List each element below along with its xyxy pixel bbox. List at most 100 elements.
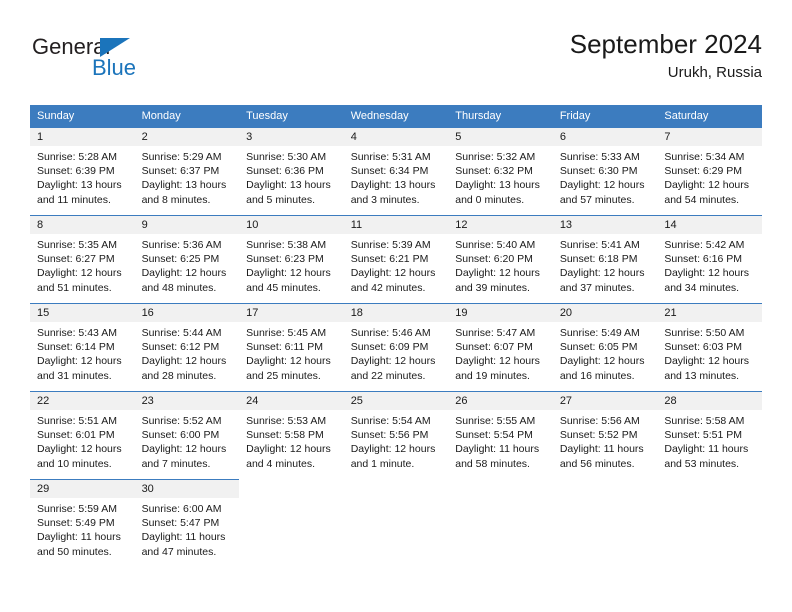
- page-title: September 2024: [569, 29, 762, 59]
- daylight-text-line1: Daylight: 11 hours: [141, 531, 226, 544]
- day-cell[interactable]: 5 Sunrise: 5:32 AM Sunset: 6:32 PM Daylight…: [448, 127, 553, 215]
- day-cell[interactable]: 21 Sunrise: 5:50 AM Sunset: 6:03 PM Dayligh…: [657, 303, 762, 391]
- day-cell[interactable]: 15 Sunrise: 5:43 AM Sunset: 6:14 PM Dayligh…: [30, 303, 135, 391]
- sunset-text: Sunset: 5:58 PM: [246, 429, 324, 442]
- day-cell[interactable]: 17 Sunrise: 5:45 AM Sunset: 6:11 PM Dayligh…: [239, 303, 344, 391]
- day-info: Sunrise: 5:38 AM Sunset: 6:23 PM Daylight:…: [239, 234, 344, 295]
- daylight-text-line1: Daylight: 12 hours: [664, 179, 750, 192]
- day-cell[interactable]: 8 Sunrise: 5:35 AM Sunset: 6:27 PM Daylight…: [30, 215, 135, 303]
- sunset-text: Sunset: 6:29 PM: [664, 165, 743, 178]
- day-cell[interactable]: 28 Sunrise: 5:58 AM Sunset: 5:51 PM Dayligh…: [657, 391, 762, 479]
- day-cell[interactable]: 26 Sunrise: 5:55 AM Sunset: 5:54 PM Dayligh…: [448, 391, 553, 479]
- week-row: 15 Sunrise: 5:43 AM Sunset: 6:14 PM Dayligh…: [30, 303, 762, 391]
- day-info: Sunrise: 5:41 AM Sunset: 6:18 PM Daylight:…: [553, 234, 658, 295]
- daylight-text-line1: Daylight: 12 hours: [350, 355, 436, 368]
- daylight-text-line1: Daylight: 13 hours: [141, 179, 227, 192]
- day-info: Sunrise: 5:51 AM Sunset: 6:01 PM Daylight:…: [30, 410, 135, 471]
- day-number: 1: [30, 127, 135, 146]
- day-info: Sunrise: 5:35 AM Sunset: 6:27 PM Daylight:…: [30, 234, 135, 295]
- sunrise-text: Sunrise: 5:41 AM: [559, 239, 640, 251]
- day-number: 30: [134, 479, 240, 498]
- day-number: [657, 479, 762, 498]
- day-cell[interactable]: 3 Sunrise: 5:30 AM Sunset: 6:36 PM Daylight…: [239, 127, 344, 215]
- day-number: 20: [552, 303, 658, 322]
- day-cell[interactable]: 1 Sunrise: 5:28 AM Sunset: 6:39 PM Daylight…: [30, 127, 135, 215]
- day-cell[interactable]: 11 Sunrise: 5:39 AM Sunset: 6:21 PM Dayligh…: [343, 215, 449, 303]
- week-row: 1 Sunrise: 5:28 AM Sunset: 6:39 PM Daylight…: [30, 127, 762, 215]
- day-cell[interactable]: 23 Sunrise: 5:52 AM Sunset: 6:00 PM Dayligh…: [134, 391, 240, 479]
- daylight-text-line2: and 57 minutes.: [559, 193, 635, 206]
- day-info: Sunrise: 5:29 AM Sunset: 6:37 PM Daylight:…: [135, 146, 240, 207]
- day-cell[interactable]: 20 Sunrise: 5:49 AM Sunset: 6:05 PM Dayligh…: [552, 303, 658, 391]
- sunset-text: Sunset: 6:34 PM: [350, 165, 429, 178]
- day-number: 9: [134, 215, 240, 234]
- daylight-text-line2: and 25 minutes.: [246, 369, 321, 382]
- day-info: Sunrise: 5:59 AM Sunset: 5:49 PM Daylight:…: [30, 498, 135, 559]
- day-cell-empty: [239, 479, 344, 567]
- sunrise-text: Sunrise: 5:35 AM: [37, 239, 117, 251]
- day-cell[interactable]: 9 Sunrise: 5:36 AM Sunset: 6:25 PM Daylight…: [134, 215, 240, 303]
- day-cell[interactable]: 10 Sunrise: 5:38 AM Sunset: 6:23 PM Dayligh…: [239, 215, 344, 303]
- day-number: 3: [239, 127, 344, 146]
- day-cell[interactable]: 29 Sunrise: 5:59 AM Sunset: 5:49 PM Dayligh…: [30, 479, 135, 567]
- day-info: Sunrise: 5:54 AM Sunset: 5:56 PM Daylight:…: [344, 410, 449, 471]
- sunrise-text: Sunrise: 5:44 AM: [141, 327, 222, 339]
- day-cell[interactable]: 7 Sunrise: 5:34 AM Sunset: 6:29 PM Daylight…: [657, 127, 762, 215]
- day-info: Sunrise: 5:34 AM Sunset: 6:29 PM Daylight:…: [657, 146, 762, 207]
- weekday-header-row: Sunday Monday Tuesday Wednesday Thursday…: [30, 105, 762, 127]
- daylight-text-line2: and 56 minutes.: [559, 457, 635, 470]
- page-subtitle-location: Urukh, Russia: [667, 64, 762, 81]
- day-number: [239, 479, 344, 498]
- sunrise-text: Sunrise: 5:45 AM: [246, 327, 327, 339]
- day-number: 8: [30, 215, 135, 234]
- daylight-text-line2: and 10 minutes.: [37, 457, 112, 470]
- sunrise-text: Sunrise: 5:49 AM: [559, 327, 640, 339]
- calendar-page: General Blue September 2024 Urukh, Russi…: [0, 0, 792, 612]
- day-cell[interactable]: 2 Sunrise: 5:29 AM Sunset: 6:37 PM Daylight…: [134, 127, 240, 215]
- day-info: Sunrise: 5:53 AM Sunset: 5:58 PM Daylight:…: [239, 410, 344, 471]
- day-info: Sunrise: 5:49 AM Sunset: 6:05 PM Daylight:…: [553, 322, 658, 383]
- sunset-text: Sunset: 5:47 PM: [141, 517, 220, 530]
- sunset-text: Sunset: 6:05 PM: [559, 341, 638, 354]
- sunrise-text: Sunrise: 5:53 AM: [246, 415, 327, 427]
- general-blue-logo[interactable]: General Blue: [32, 34, 192, 86]
- day-cell[interactable]: 13 Sunrise: 5:41 AM Sunset: 6:18 PM Dayligh…: [552, 215, 658, 303]
- day-cell[interactable]: 12 Sunrise: 5:40 AM Sunset: 6:20 PM Dayligh…: [448, 215, 553, 303]
- sunset-text: Sunset: 6:16 PM: [664, 253, 743, 266]
- daylight-text-line2: and 28 minutes.: [141, 369, 217, 382]
- daylight-text-line2: and 13 minutes.: [664, 369, 740, 382]
- day-cell[interactable]: 6 Sunrise: 5:33 AM Sunset: 6:30 PM Daylight…: [552, 127, 658, 215]
- day-cell[interactable]: 25 Sunrise: 5:54 AM Sunset: 5:56 PM Dayligh…: [343, 391, 449, 479]
- day-cell[interactable]: 24 Sunrise: 5:53 AM Sunset: 5:58 PM Dayligh…: [239, 391, 344, 479]
- day-info: Sunrise: 5:55 AM Sunset: 5:54 PM Daylight:…: [448, 410, 553, 471]
- daylight-text-line1: Daylight: 12 hours: [246, 267, 331, 280]
- daylight-text-line1: Daylight: 12 hours: [559, 355, 645, 368]
- day-cell[interactable]: 22 Sunrise: 5:51 AM Sunset: 6:01 PM Dayligh…: [30, 391, 135, 479]
- day-cell[interactable]: 19 Sunrise: 5:47 AM Sunset: 6:07 PM Dayligh…: [448, 303, 553, 391]
- daylight-text-line2: and 4 minutes.: [246, 457, 316, 470]
- sunrise-text: Sunrise: 5:47 AM: [455, 327, 536, 339]
- sunrise-text: Sunrise: 5:58 AM: [664, 415, 745, 427]
- sunrise-text: Sunrise: 5:36 AM: [141, 239, 222, 251]
- day-info: Sunrise: 5:30 AM Sunset: 6:36 PM Daylight:…: [239, 146, 344, 207]
- day-number: 17: [239, 303, 344, 322]
- sunrise-text: Sunrise: 5:46 AM: [350, 327, 431, 339]
- day-cell[interactable]: 4 Sunrise: 5:31 AM Sunset: 6:34 PM Daylight…: [343, 127, 449, 215]
- day-info: Sunrise: 5:44 AM Sunset: 6:12 PM Daylight:…: [135, 322, 240, 383]
- day-number: 4: [343, 127, 449, 146]
- day-cell[interactable]: 27 Sunrise: 5:56 AM Sunset: 5:52 PM Dayligh…: [552, 391, 658, 479]
- sunrise-text: Sunrise: 5:54 AM: [350, 415, 431, 427]
- day-info: Sunrise: 5:40 AM Sunset: 6:20 PM Daylight:…: [448, 234, 553, 295]
- daylight-text-line2: and 54 minutes.: [664, 193, 740, 206]
- sunrise-text: Sunrise: 5:29 AM: [141, 151, 222, 163]
- day-number: [552, 479, 658, 498]
- day-cell[interactable]: 18 Sunrise: 5:46 AM Sunset: 6:09 PM Dayligh…: [343, 303, 449, 391]
- sunrise-text: Sunrise: 5:52 AM: [141, 415, 222, 427]
- sunset-text: Sunset: 6:25 PM: [141, 253, 220, 266]
- day-cell[interactable]: 14 Sunrise: 5:42 AM Sunset: 6:16 PM Dayligh…: [657, 215, 762, 303]
- day-cell[interactable]: 16 Sunrise: 5:44 AM Sunset: 6:12 PM Dayligh…: [134, 303, 240, 391]
- day-cell[interactable]: 30 Sunrise: 6:00 AM Sunset: 5:47 PM Dayligh…: [134, 479, 240, 567]
- daylight-text-line1: Daylight: 12 hours: [559, 179, 645, 192]
- sunset-text: Sunset: 6:37 PM: [141, 165, 220, 178]
- sunrise-text: Sunrise: 5:39 AM: [350, 239, 431, 251]
